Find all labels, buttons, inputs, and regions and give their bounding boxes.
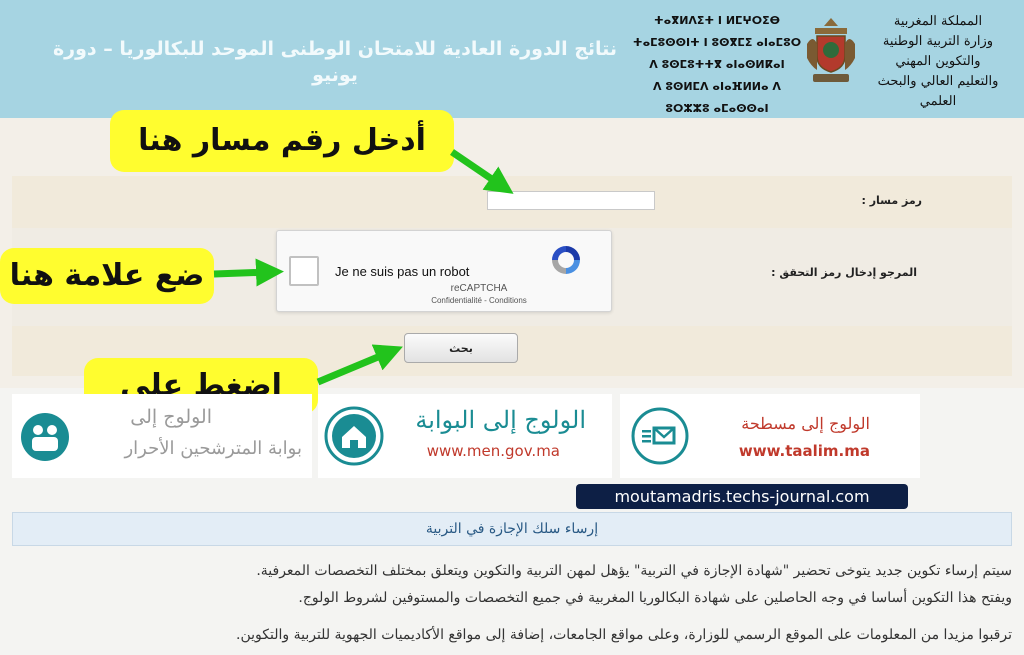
portal-banners: الولوج إلى بوابة المترشحين الأحرار الولو…: [0, 388, 1024, 480]
recaptcha-logo-icon: [552, 246, 580, 274]
banner-men-portal[interactable]: الولوج إلى البوابة www.men.gov.ma: [318, 394, 612, 478]
recaptcha-checkbox[interactable]: [289, 256, 319, 286]
page-title: نتائج الدورة العادية للامتحان الوطنى الم…: [52, 38, 618, 86]
message-icon: [631, 407, 689, 465]
recaptcha-text: Je ne suis pas un robot: [335, 264, 470, 279]
recaptcha-privacy-links[interactable]: Confidentialité - Conditions: [389, 296, 569, 305]
section-paragraph-1: سيتم إرساء تكوين جديد يتوخى تحضير "شهادة…: [256, 563, 1012, 579]
section-paragraph-2: ويفتح هذا التكوين أساسا في وجه الحاصلين …: [298, 590, 1012, 606]
banner-candidates-portal[interactable]: الولوج إلى بوابة المترشحين الأحرار: [12, 394, 312, 478]
ministry-name-tifinagh: ⵜⴰⴳⵍⴷⵉⵜ ⵏ ⵍⵎⵖⵔⵉⴱ ⵜⴰⵎⵓⵙⵙⵏⵜ ⵏ ⵓⵙⴳⵎⵉ ⴰⵏⴰⵎⵓⵔ…: [632, 14, 802, 115]
candidates-icon: [21, 413, 69, 461]
recaptcha-brand: reCAPTCHA: [450, 283, 508, 294]
code-label: رمز مسار :: [861, 194, 922, 207]
ministry-name-arabic: المملكة المغربية وزارة التربية الوطنية و…: [877, 14, 999, 109]
site-header: نتائج الدورة العادية للامتحان الوطنى الم…: [0, 0, 1024, 118]
section-title: إرساء سلك الإجازة في التربية: [12, 512, 1012, 546]
search-button[interactable]: بحث: [404, 333, 518, 363]
callout-enter-code: أدخل رقم مسار هنا: [110, 110, 454, 172]
callout-check-here: ضع علامة هنا: [0, 248, 214, 304]
recaptcha-widget: Je ne suis pas un robot reCAPTCHA Confid…: [276, 230, 612, 312]
site-watermark: moutamadris.techs-journal.com: [576, 484, 908, 509]
banner-taalim-portal[interactable]: الولوج إلى مسطحة www.taalim.ma: [620, 394, 920, 478]
coat-of-arms-emblem: [807, 18, 855, 82]
section-paragraph-3: ترقبوا مزيدا من المعلومات على الموقع الر…: [236, 627, 1012, 643]
massar-code-input[interactable]: [487, 191, 655, 210]
home-icon: [324, 406, 384, 466]
captcha-label: المرجو إدخال رمز التحقق :: [771, 266, 917, 279]
